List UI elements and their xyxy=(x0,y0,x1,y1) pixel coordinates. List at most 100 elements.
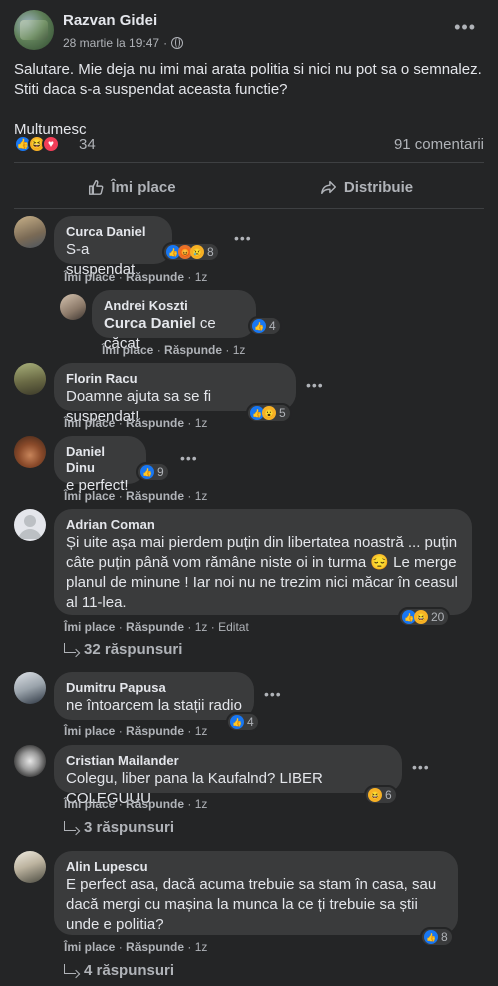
commenter-avatar[interactable] xyxy=(14,745,46,777)
post-meta: 28 martie la 19:47 · xyxy=(63,36,184,50)
comment-reply-link[interactable]: Răspunde xyxy=(126,416,184,430)
replies-count: 3 răspunsuri xyxy=(84,819,175,836)
comment-like-link[interactable]: Îmi place xyxy=(64,724,115,738)
comment-reply-link[interactable]: Răspunde xyxy=(126,489,184,503)
view-replies-link[interactable]: 32 răspunsuri xyxy=(64,641,182,658)
commenter-avatar[interactable] xyxy=(14,363,46,395)
commenter-avatar[interactable] xyxy=(14,216,46,248)
comment-reactions[interactable]: 👍 😮 5 xyxy=(246,403,292,423)
post-author[interactable]: Razvan Gidei xyxy=(63,12,157,29)
comment-time[interactable]: 1z xyxy=(195,489,208,503)
sep: · xyxy=(118,270,123,284)
like-reaction-icon: 👍 xyxy=(252,319,266,333)
sep: · xyxy=(118,620,123,634)
sep: · xyxy=(118,724,123,738)
share-button-label: Distribuie xyxy=(343,178,414,196)
mention-link[interactable]: Curca Daniel xyxy=(104,315,196,332)
default-avatar-icon xyxy=(18,515,42,539)
more-options-icon[interactable]: ••• xyxy=(454,18,476,36)
reaction-count[interactable]: 34 xyxy=(79,136,96,153)
commenter-name[interactable]: Alin Lupescu xyxy=(66,859,446,875)
comment-like-link[interactable]: Îmi place xyxy=(64,270,115,284)
comment-options-icon[interactable]: ••• xyxy=(234,230,252,246)
comment-reactions[interactable]: 👍 4 xyxy=(248,316,282,336)
comment-like-link[interactable]: Îmi place xyxy=(64,797,115,811)
comment-time[interactable]: 1z xyxy=(195,797,208,811)
view-replies-link[interactable]: 3 răspunsuri xyxy=(64,819,174,836)
comment-reply-link[interactable]: Răspunde xyxy=(126,620,184,634)
comment-reply-link[interactable]: Răspunde xyxy=(126,270,184,284)
comment-time[interactable]: 1z xyxy=(195,620,208,634)
commenter-avatar[interactable] xyxy=(60,294,86,320)
comment-time[interactable]: 1z xyxy=(195,724,208,738)
view-replies-link[interactable]: 4 răspunsuri xyxy=(64,962,174,979)
reaction-icons: 👍 😆 ♥ xyxy=(14,135,60,153)
comment-options-icon[interactable]: ••• xyxy=(412,759,430,775)
comment-like-link[interactable]: Îmi place xyxy=(64,416,115,430)
comment-actions: Îmi place · Răspunde · 1z · Editat xyxy=(64,620,249,634)
comment-reaction-count: 8 xyxy=(207,245,214,259)
edited-label[interactable]: Editat xyxy=(218,620,249,634)
commenter-name[interactable]: Cristian Mailander xyxy=(66,753,390,769)
commenter-name[interactable]: Florin Racu xyxy=(66,371,284,387)
commenter-name[interactable]: Curca Daniel xyxy=(66,224,160,240)
share-button[interactable]: Distribuie xyxy=(249,168,484,206)
commenter-avatar[interactable] xyxy=(14,509,46,541)
comment-reply-link[interactable]: Răspunde xyxy=(126,940,184,954)
commenter-avatar[interactable] xyxy=(14,672,46,704)
comment-time[interactable]: 1z xyxy=(233,343,246,357)
comment-actions: Îmi place · Răspunde · 1z xyxy=(64,940,207,954)
comment-time[interactable]: 1z xyxy=(195,416,208,430)
comment-reaction-count: 4 xyxy=(269,319,276,333)
comment-bubble: Alin Lupescu E perfect asa, dacă acuma t… xyxy=(54,851,458,935)
comment-time[interactable]: 1z xyxy=(195,940,208,954)
comment-reply-link[interactable]: Răspunde xyxy=(164,343,222,357)
commenter-name[interactable]: Adrian Coman xyxy=(66,517,460,533)
like-reaction-icon: 👍 xyxy=(140,465,154,479)
sep: · xyxy=(187,489,192,503)
sep: · xyxy=(118,489,123,503)
comment-reaction-count: 4 xyxy=(247,715,254,729)
comment-like-link[interactable]: Îmi place xyxy=(102,343,153,357)
like-button[interactable]: Îmi place xyxy=(14,168,249,206)
comment-reactions[interactable]: 👍 😡 😢 8 xyxy=(162,242,220,262)
commenter-name[interactable]: Daniel Dinu xyxy=(66,444,134,476)
comment-options-icon[interactable]: ••• xyxy=(264,686,282,702)
comment-like-link[interactable]: Îmi place xyxy=(64,489,115,503)
comment-options-icon[interactable]: ••• xyxy=(306,377,324,393)
comment-reactions[interactable]: 👍 😆 20 xyxy=(398,607,451,627)
sep: · xyxy=(118,940,123,954)
commenter-name[interactable]: Andrei Koszti xyxy=(104,298,244,314)
commenter-avatar[interactable] xyxy=(14,436,46,468)
comment-actions: Îmi place · Răspunde · 1z xyxy=(64,797,207,811)
commenter-avatar[interactable] xyxy=(14,851,46,883)
comment-reaction-count: 9 xyxy=(157,465,164,479)
comment-reactions[interactable]: 👍 9 xyxy=(136,462,170,482)
sep: · xyxy=(187,797,192,811)
divider xyxy=(14,162,484,163)
comment-reply-link[interactable]: Răspunde xyxy=(126,724,184,738)
post-timestamp[interactable]: 28 martie la 19:47 xyxy=(63,36,159,50)
comment-options-icon[interactable]: ••• xyxy=(180,450,198,466)
comment-count[interactable]: 91 comentarii xyxy=(394,136,484,153)
author-avatar[interactable] xyxy=(14,10,54,50)
comment-time[interactable]: 1z xyxy=(195,270,208,284)
comment-like-link[interactable]: Îmi place xyxy=(64,620,115,634)
commenter-name[interactable]: Dumitru Papusa xyxy=(66,680,242,696)
post-text-paragraph: Salutare. Mie deja nu imi mai arata poli… xyxy=(14,61,482,98)
sep: · xyxy=(187,940,192,954)
comment-like-link[interactable]: Îmi place xyxy=(64,940,115,954)
sep: · xyxy=(156,343,161,357)
comment-text: ne întoarcem la stații radio xyxy=(66,697,242,714)
reactions-summary[interactable]: 👍 😆 ♥ 34 91 comentarii xyxy=(14,133,484,155)
comment-actions: Îmi place · Răspunde · 1z xyxy=(64,489,207,503)
comment-text: Și uite așa mai pierdem puțin din libert… xyxy=(66,534,458,611)
comment-reactions[interactable]: 👍 8 xyxy=(420,927,454,947)
comment-bubble: Cristian Mailander Colegu, liber pana la… xyxy=(54,745,402,807)
comment-reactions[interactable]: 😆 6 xyxy=(364,785,398,805)
comment-reply-link[interactable]: Răspunde xyxy=(126,797,184,811)
comment-reaction-count: 8 xyxy=(441,930,448,944)
comment-bubble: Adrian Coman Și uite așa mai pierdem puț… xyxy=(54,509,472,615)
comment-reactions[interactable]: 👍 4 xyxy=(226,712,260,732)
comment-actions: Îmi place · Răspunde · 1z xyxy=(64,724,207,738)
